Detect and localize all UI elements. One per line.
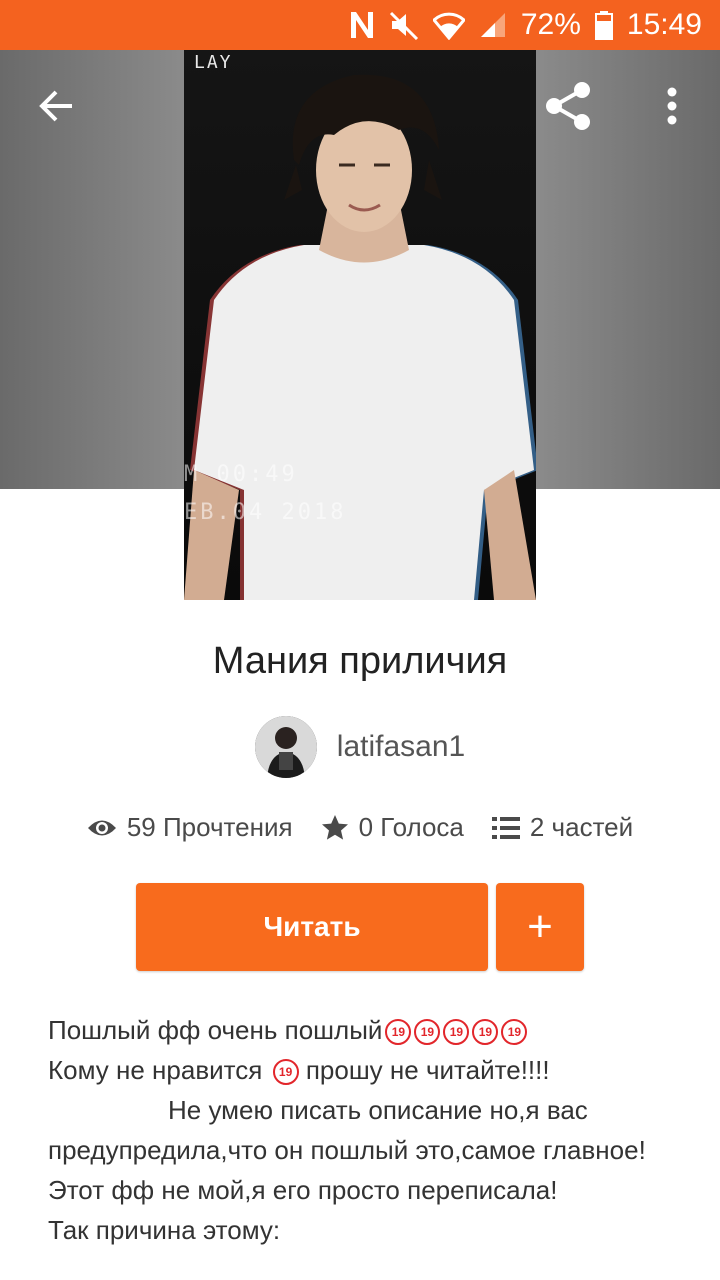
- story-title: Мания приличия: [212, 640, 508, 682]
- story-description: Пошлый фф очень пошлый 19 19 19 19 19 Кому не…: [48, 1010, 688, 1250]
- description-line-1: Пошлый фф очень пошлый 19 19 19 19 19: [48, 1010, 688, 1050]
- arrow-left-icon: [39, 90, 72, 122]
- parts-count: 2 частей: [529, 812, 634, 842]
- status-bar: 72% 15:49: [0, 0, 720, 50]
- description-line-3: Не умею писать описание но,я вас предупр…: [48, 1095, 646, 1165]
- share-icon: [546, 82, 590, 130]
- author-name[interactable]: latifasan1: [337, 730, 465, 764]
- description-line-5: Так причина этому:: [48, 1215, 281, 1245]
- cover-top-text: LAY: [194, 52, 233, 73]
- cover-time-text: M 00:49: [184, 462, 298, 487]
- wifi-icon: [432, 10, 465, 40]
- votes-stat: 0 Голоса: [321, 812, 464, 843]
- battery-icon: [594, 10, 613, 40]
- avatar[interactable]: [254, 716, 317, 778]
- adult-badge-icon: 19: [272, 1059, 299, 1085]
- adult-badge-icon: 19: [501, 1019, 528, 1045]
- nfc-icon: [349, 10, 375, 40]
- more-vertical-icon: [667, 87, 677, 125]
- battery-percent: 72%: [520, 8, 581, 41]
- star-icon: [321, 814, 348, 840]
- back-button[interactable]: [26, 76, 86, 136]
- adult-badge-icon: 19: [414, 1019, 441, 1045]
- adult-badge-icon: 19: [385, 1019, 412, 1045]
- parts-stat: 2 частей: [491, 812, 634, 843]
- list-icon: [491, 816, 520, 839]
- add-to-library-button[interactable]: +: [496, 883, 584, 971]
- description-line-4: Этот фф не мой,я его просто переписала!: [48, 1175, 558, 1205]
- story-stats: 59 Прочтения 0 Голоса 2 частей: [0, 812, 720, 843]
- mute-icon: [389, 10, 419, 40]
- share-button[interactable]: [538, 76, 598, 136]
- author-row[interactable]: latifasan1: [0, 716, 720, 778]
- read-button[interactable]: Читать: [136, 883, 488, 971]
- cover-date-text: EB.04 2018: [184, 500, 347, 525]
- description-line-2: Кому не нравится 19 прошу не читайте!!!!: [48, 1055, 550, 1085]
- adult-badge-icon: 19: [443, 1019, 470, 1045]
- signal-icon: [479, 11, 507, 39]
- votes-count: 0 Голоса: [358, 812, 464, 842]
- adult-badge-icon: 19: [472, 1019, 499, 1045]
- clock: 15:49: [626, 8, 702, 41]
- reads-count: 59 Прочтения: [126, 812, 293, 842]
- reads-stat: 59 Прочтения: [87, 812, 293, 843]
- eye-icon: [87, 820, 116, 835]
- more-options-button[interactable]: [642, 76, 702, 136]
